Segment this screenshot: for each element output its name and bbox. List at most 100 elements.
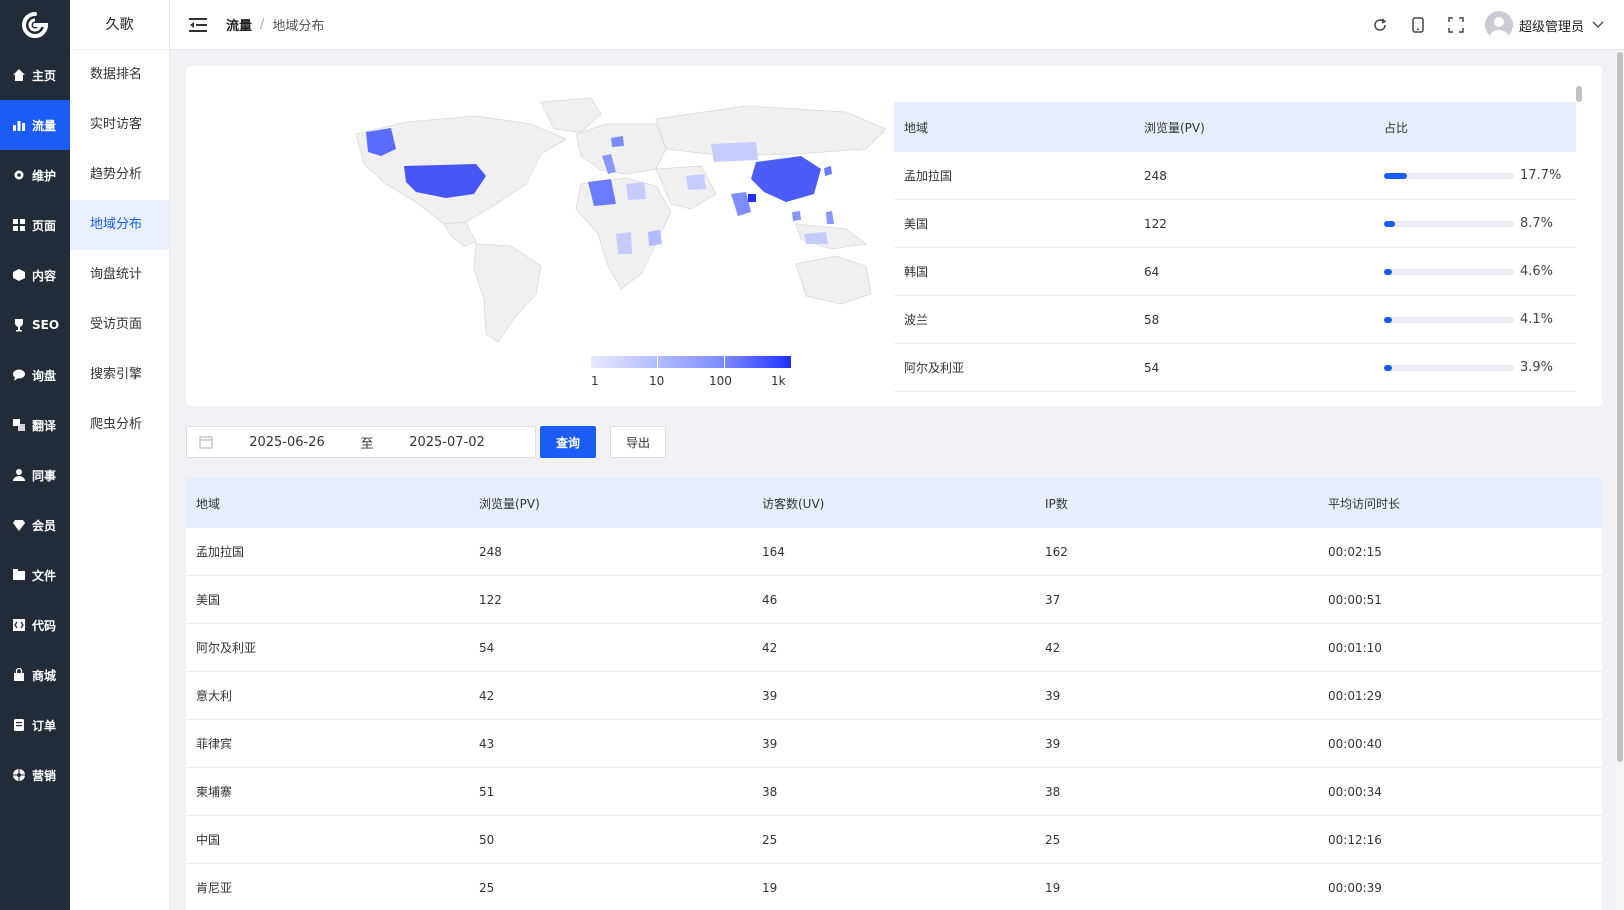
chevron-down-icon[interactable]: [1592, 18, 1604, 33]
table-row: 阿尔及利亚 54 42 42 00:01:10: [186, 624, 1602, 672]
end-date-input[interactable]: 2025-07-02: [387, 435, 507, 450]
nav-item-label: 文件: [32, 568, 57, 583]
map-region-australia: [795, 255, 872, 305]
ratio-value: 3.9%: [1520, 360, 1554, 375]
map-country-bangladesh: [748, 194, 756, 202]
nav-item[interactable]: 页面: [0, 200, 70, 250]
nav-item[interactable]: 内容: [0, 250, 70, 300]
nav-item[interactable]: 商城: [0, 650, 70, 700]
nav-item-label: 询盘: [32, 368, 57, 383]
nav-item[interactable]: 同事: [0, 450, 70, 500]
subnav-item[interactable]: 实时访客: [70, 100, 169, 150]
cell-pv: 50: [479, 832, 495, 847]
cell-pv: 122: [479, 592, 502, 607]
legend-label: 10: [649, 374, 665, 388]
map-country-kazakhstan: [711, 142, 758, 162]
avatar[interactable]: [1484, 11, 1513, 39]
cell-avg-duration: 00:00:39: [1328, 880, 1382, 895]
header-avg-duration: 平均访问时长: [1328, 496, 1401, 511]
translate-icon: [12, 418, 26, 432]
cell-avg-duration: 00:00:34: [1328, 784, 1382, 799]
cell-avg-duration: 00:02:15: [1328, 544, 1382, 559]
ratio-value: 8.7%: [1520, 216, 1554, 231]
collapse-menu-icon[interactable]: [188, 15, 208, 35]
nav-item[interactable]: 会员: [0, 500, 70, 550]
ratio-progress-bar: [1384, 316, 1514, 323]
legend-label: 1k: [771, 374, 786, 388]
cell-pv: 248: [479, 544, 502, 559]
cell-pv: 25: [479, 880, 495, 895]
refresh-icon[interactable]: [1371, 16, 1389, 34]
nav-item[interactable]: 询盘: [0, 350, 70, 400]
nav-item-label: 代码: [32, 618, 57, 633]
start-date-input[interactable]: 2025-06-26: [227, 435, 347, 450]
table-row: 韩国 64 4.6%: [894, 248, 1576, 296]
app-logo[interactable]: [0, 0, 70, 50]
cell-region: 韩国: [904, 265, 929, 279]
table-row: 波兰 58 4.1%: [894, 296, 1576, 344]
scrollbar-thumb[interactable]: [1617, 52, 1623, 762]
calendar-icon: [199, 435, 213, 449]
mobile-preview-icon[interactable]: [1409, 16, 1427, 34]
ratio-progress-fill: [1384, 364, 1392, 371]
map-region-central-america: [443, 221, 477, 247]
nav-item[interactable]: 营销: [0, 750, 70, 800]
map-region-north-asia: [655, 105, 887, 157]
main-sidebar: 主页流量 维护 页面内容 SEO 询盘翻译同事会员文件代码商城 订单营销: [0, 0, 70, 910]
nav-item[interactable]: 主页: [0, 50, 70, 100]
table-row: 美国 122 8.7%: [894, 200, 1576, 248]
nav-item[interactable]: 翻译: [0, 400, 70, 450]
sub-sidebar: 久歌 数据排名 实时访客 趋势分析 地域分布 询盘统计 受访页面 搜索引擎 爬虫分析: [70, 0, 170, 910]
map-region-europe: [575, 123, 667, 175]
map-country-iran: [686, 174, 706, 190]
ratio-progress-bar: [1384, 268, 1514, 275]
bar-chart-icon: [12, 118, 26, 132]
nav-item-label: SEO: [32, 318, 60, 332]
nav-item-label: 同事: [32, 468, 57, 483]
nav-item[interactable]: 订单: [0, 700, 70, 750]
subnav-item[interactable]: 搜索引擎: [70, 350, 169, 400]
nav-item-label: 主页: [32, 68, 57, 83]
cell-region: 阿尔及利亚: [904, 361, 965, 375]
map-country-drc: [616, 232, 632, 254]
map-region-south-america: [473, 243, 542, 343]
ratio-progress-fill: [1384, 172, 1407, 179]
subnav-item[interactable]: 爬虫分析: [70, 400, 169, 450]
marketing-icon: [12, 768, 26, 782]
legend-color-segment: [658, 356, 724, 368]
export-button[interactable]: 导出: [610, 426, 666, 458]
cell-pv: 54: [1144, 360, 1160, 375]
subnav-item[interactable]: 趋势分析: [70, 150, 169, 200]
header-region: 地域: [196, 496, 221, 511]
fullscreen-icon[interactable]: [1447, 16, 1465, 34]
inner-scrollbar[interactable]: [1576, 86, 1582, 102]
subnav-item[interactable]: 地域分布: [70, 200, 169, 250]
breadcrumb-parent[interactable]: 流量: [226, 15, 252, 34]
table-row: 柬埔寨 51 38 38 00:00:34: [186, 768, 1602, 816]
map-legend: 1 10 100 1k: [591, 356, 792, 394]
subnav-item[interactable]: 数据排名: [70, 50, 169, 100]
cell-pv: 54: [479, 640, 495, 655]
nav-item[interactable]: 代码: [0, 600, 70, 650]
cell-region: 波兰: [904, 313, 929, 327]
nav-item-label: 营销: [32, 768, 57, 783]
query-button[interactable]: 查询: [540, 426, 596, 458]
cell-region: 阿尔及利亚: [196, 641, 257, 655]
header-ratio: 占比: [1384, 120, 1409, 135]
world-map[interactable]: 1 10 100 1k: [326, 94, 956, 388]
nav-item[interactable]: SEO: [0, 300, 70, 350]
header-region: 地域: [904, 120, 929, 135]
cell-ratio: 4.6%: [1374, 264, 1576, 279]
table-row: 孟加拉国 248 164 162 00:02:15: [186, 528, 1602, 576]
subnav-item[interactable]: 询盘统计: [70, 250, 169, 300]
nav-item[interactable]: 维护: [0, 150, 70, 200]
nav-item-label: 内容: [32, 268, 57, 283]
date-range-picker[interactable]: 2025-06-26 至 2025-07-02: [186, 426, 536, 458]
page-scrollbar[interactable]: [1616, 50, 1624, 910]
nav-item[interactable]: 文件: [0, 550, 70, 600]
table-header: 地域 浏览量(PV) 占比: [894, 102, 1576, 152]
nav-item[interactable]: 流量: [0, 100, 70, 150]
breadcrumb: 流量 / 地域分布: [226, 15, 324, 34]
user-name[interactable]: 超级管理员: [1519, 16, 1584, 35]
subnav-item[interactable]: 受访页面: [70, 300, 169, 350]
